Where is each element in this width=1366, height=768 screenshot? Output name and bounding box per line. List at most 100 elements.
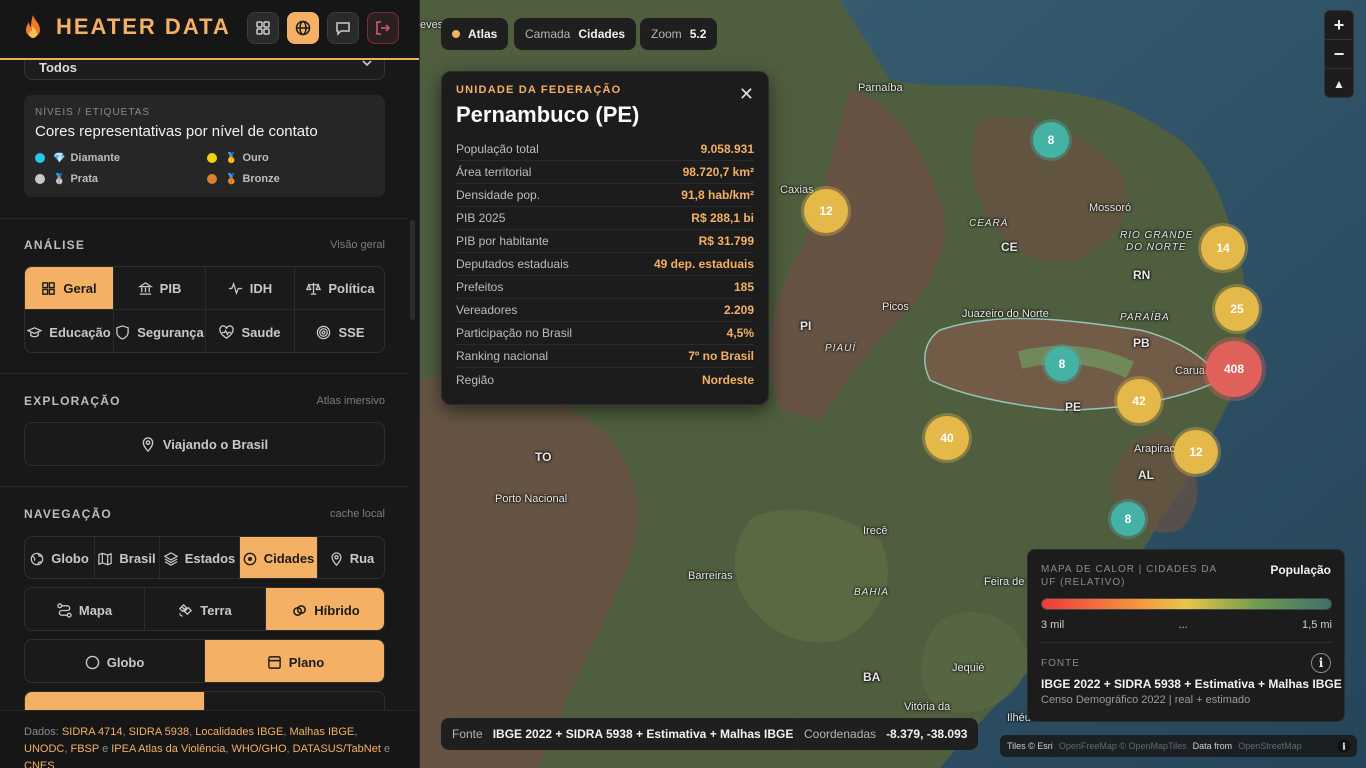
city-cluster[interactable]: 40 [925,416,969,460]
tab-label: Geral [63,280,97,296]
map-label-state: TO [535,450,552,464]
popup-row-label: Vereadores [456,303,518,317]
tab-politica[interactable]: Política [295,267,384,310]
tab-label: PIB [159,280,182,296]
attribution-data: Data from [1192,741,1233,751]
map-label-city: Porto Nacional [495,493,568,505]
city-cluster[interactable]: 12 [804,189,848,233]
city-cluster[interactable]: 8 [1111,502,1145,536]
flame-icon [26,15,40,38]
source-link[interactable]: IPEA Atlas da Violência [111,743,225,755]
compass-button[interactable]: ▲ [1325,69,1353,98]
source-link[interactable]: Malhas IBGE [289,726,354,738]
city-cluster[interactable]: 25 [1215,287,1259,331]
popup-title: Pernambuco (PE) [456,102,640,127]
nav-estados[interactable]: Estados [160,537,240,578]
source-link[interactable]: UNODC [24,743,64,755]
travel-brazil-label: Viajando o Brasil [162,436,269,452]
heatmap-metric[interactable]: População [1270,563,1331,577]
zoom-in-button[interactable]: + [1325,11,1353,40]
analysis-note: Visão geral [330,239,385,251]
tab-educacao[interactable]: Educação [25,310,114,352]
nav-cidades[interactable]: Cidades [240,537,318,578]
more-option[interactable] [205,692,384,710]
info-circle-icon[interactable]: i [1337,739,1351,753]
info-icon[interactable]: i [1311,653,1331,673]
style-hibrido[interactable]: Híbrido [266,588,384,630]
map-label-city: Barreiras [688,570,733,582]
popup-row-value: 49 dep. estaduais [653,257,754,271]
exploration-title: EXPLORAÇÃO [24,394,121,408]
nav-brasil[interactable]: Brasil [95,537,160,578]
layer-chip[interactable]: Camada Cidades [514,18,637,50]
dashboard-button[interactable] [247,12,279,44]
popup-row: Região Nordeste [456,368,754,391]
attribution-tiles: Tiles © Esri [1007,741,1053,751]
source-link[interactable]: CNES [24,760,55,768]
travel-brazil-button[interactable]: Viajando o Brasil [24,422,385,466]
tab-pib[interactable]: PIB [114,267,206,310]
footer-prefix: Dados: [24,726,59,738]
city-cluster[interactable]: 42 [1117,379,1161,423]
tab-seguranca[interactable]: Segurança [114,310,206,352]
nav-globo[interactable]: Globo [25,537,95,578]
city-cluster[interactable]: 8 [1033,122,1069,158]
popup-row: Participação no Brasil 4,5% [456,322,754,345]
projection-globo[interactable]: Globo [25,640,205,682]
popup-row: PIB por habitante R$ 31.799 [456,230,754,253]
sidebar-scrollbar[interactable] [410,220,415,320]
source-link[interactable]: DATASUS/TabNet [293,743,381,755]
analysis-tabs: Geral PIB IDH Política Educação Seguranç… [24,266,385,353]
source-link[interactable]: SIDRA 4714 [62,726,123,738]
levels-heading: Cores representativas por nível de conta… [35,123,318,140]
city-cluster[interactable]: 408 [1206,341,1262,397]
map-style-toggle: Mapa Terra Híbrido [24,587,385,631]
projection-plano[interactable]: Plano [205,640,384,682]
close-icon[interactable]: ✕ [739,84,754,105]
city-cluster[interactable]: 14 [1201,226,1245,270]
popup-row-value: 98.720,7 km² [682,165,754,179]
map-pin-icon [142,436,154,452]
style-terra[interactable]: Terra [145,588,266,630]
state-info-popup: UNIDADE DA FEDERAÇÃO Pernambuco (PE) ✕ P… [441,71,769,405]
style-label: Híbrido [314,602,360,618]
circle-icon [85,655,100,669]
tab-saude[interactable]: Saude [206,310,295,352]
tab-label: Segurança [137,324,204,340]
city-cluster[interactable]: 12 [1174,430,1218,474]
footer-and: e [102,743,109,755]
source-link[interactable]: FBSP [70,743,99,755]
sidebar-scroll[interactable]: Todos NÍVEIS / ETIQUETAS Cores represent… [0,60,419,710]
divider [0,486,408,487]
divider [0,373,408,374]
source-link[interactable]: Localidades IBGE [195,726,283,738]
chat-button[interactable] [327,12,359,44]
map-label-state: PE [1065,400,1082,414]
map-label-region: PARAÍBA [1120,312,1170,323]
city-cluster[interactable]: 8 [1045,347,1079,381]
logout-button[interactable] [367,12,399,44]
zoom-out-button[interactable]: − [1325,40,1353,69]
medal-icon: 🥉 [225,173,238,185]
source-link[interactable]: SIDRA 5938 [129,726,190,738]
popup-row: População total 9.058.931 [456,138,754,161]
attribution-link[interactable]: OpenStreetMap [1238,741,1302,751]
more-option-active[interactable] [25,692,205,710]
heatmap-legend: MAPA DE CALOR | CIDADES DA UF (RELATIVO)… [1027,549,1345,722]
source-chip: Fonte IBGE 2022 + SIDRA 5938 + Estimativ… [441,718,805,750]
map-label-city: Vitória da [904,701,951,713]
grid-icon [256,21,270,35]
globe-button[interactable] [287,12,319,44]
tab-sse[interactable]: SSE [295,310,384,352]
navigation-levels: Globo Brasil Estados Cidades Rua [24,536,385,579]
source-link[interactable]: WHO/GHO [232,743,287,755]
popup-row-label: Participação no Brasil [456,326,573,340]
levels-legend: NÍVEIS / ETIQUETAS Cores representativas… [24,95,385,197]
nav-rua[interactable]: Rua [318,537,384,578]
tab-geral[interactable]: Geral [25,267,114,310]
filter-select[interactable]: Todos [24,60,385,80]
attribution-link[interactable]: OpenFreeMap © OpenMapTiles [1059,741,1187,751]
tab-idh[interactable]: IDH [206,267,295,310]
layer-label: Camada [525,27,571,41]
style-mapa[interactable]: Mapa [25,588,145,630]
